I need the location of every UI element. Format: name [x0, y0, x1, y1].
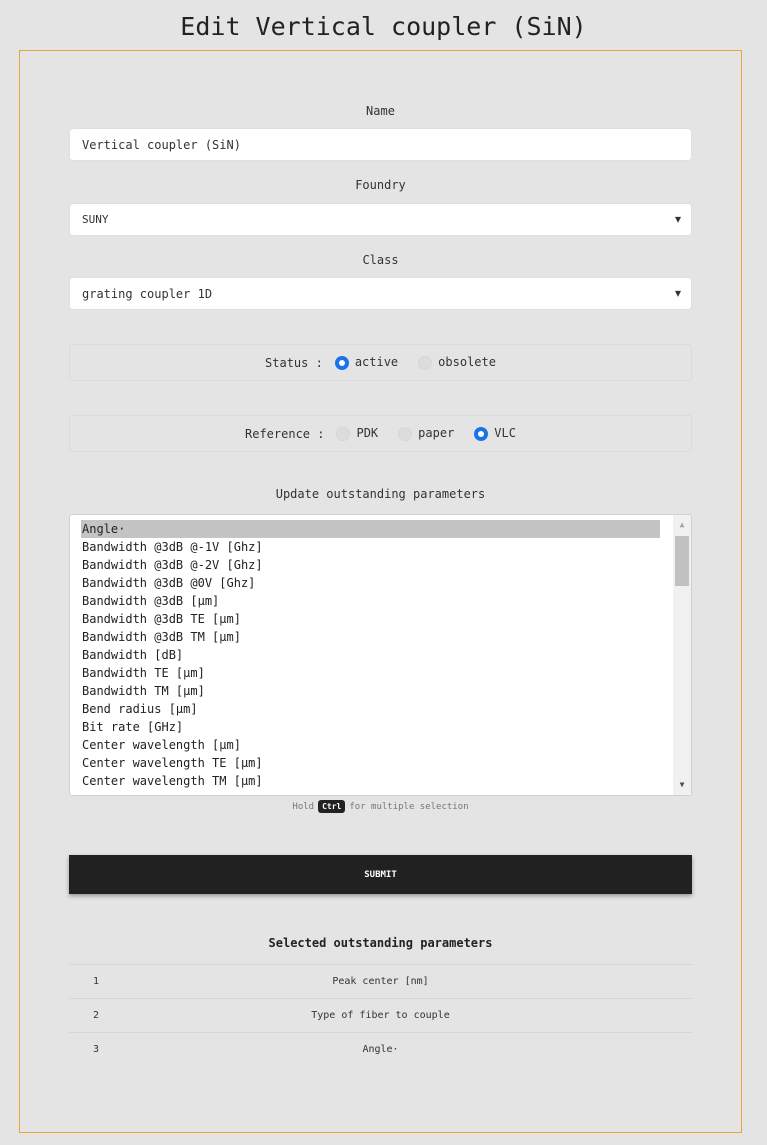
- dropdown-caret-icon: ▼: [674, 288, 681, 299]
- reference-option-label: paper: [418, 426, 455, 441]
- dropdown-caret-icon: ▼: [674, 214, 681, 225]
- ctrl-key-badge: Ctrl: [318, 800, 346, 813]
- status-option-active[interactable]: active: [329, 355, 398, 370]
- foundry-select[interactable]: SUNY ▼: [69, 203, 692, 236]
- reference-option-paper[interactable]: paper: [392, 426, 454, 441]
- parameter-option[interactable]: Bend radius [µm]: [70, 700, 676, 718]
- status-option-label: active: [354, 355, 399, 370]
- parameters-multiselect[interactable]: Angle· Bandwidth @3dB @-1V [Ghz] Bandwidth…: [69, 514, 692, 796]
- scroll-down-arrow-icon[interactable]: ▼: [673, 777, 691, 793]
- row-number: 2: [93, 1010, 100, 1021]
- parameter-option[interactable]: Bandwidth @3dB TM [µm]: [70, 628, 676, 646]
- row-number: 3: [93, 1044, 100, 1055]
- name-input-value: Vertical coupler (SiN): [82, 137, 241, 152]
- reference-option-label: VLC: [494, 426, 516, 441]
- status-group: Status : active obsolete: [69, 344, 692, 381]
- parameter-option[interactable]: Bandwidth TM [µm]: [70, 682, 676, 700]
- name-label: Name: [366, 104, 395, 118]
- parameter-option[interactable]: Center wavelength TM [µm]: [70, 772, 676, 790]
- parameter-option[interactable]: Bandwidth @3dB [µm]: [70, 592, 676, 610]
- radio-unchecked-icon[interactable]: [398, 426, 413, 441]
- class-label: Class: [362, 253, 399, 267]
- reference-option-pdk[interactable]: PDK: [330, 426, 378, 441]
- row-parameter-name: Angle·: [362, 1044, 399, 1055]
- parameter-option[interactable]: Bandwidth @3dB TE [µm]: [70, 610, 676, 628]
- parameter-option[interactable]: Bandwidth @3dB @0V [Ghz]: [70, 574, 676, 592]
- submit-button[interactable]: SUBMIT: [69, 855, 692, 894]
- reference-label: Reference :: [245, 426, 325, 441]
- row-parameter-name: Type of fiber to couple: [311, 1010, 450, 1021]
- radio-unchecked-icon[interactable]: [336, 426, 351, 441]
- scroll-up-arrow-icon[interactable]: ▲: [673, 517, 691, 533]
- selected-parameters-title: Selected outstanding parameters: [268, 936, 493, 950]
- parameter-option[interactable]: Center wavelength TE [µm]: [70, 754, 676, 772]
- radio-checked-icon[interactable]: [334, 355, 349, 370]
- parameters-list: Angle· Bandwidth @3dB @-1V [Ghz] Bandwidth…: [70, 520, 676, 790]
- status-option-label: obsolete: [438, 355, 496, 370]
- radio-checked-icon[interactable]: [474, 426, 489, 441]
- reference-option-vlc[interactable]: VLC: [468, 426, 516, 441]
- scrollbar-thumb[interactable]: [675, 536, 689, 586]
- hint-text: for multiple selection: [349, 802, 469, 812]
- foundry-label: Foundry: [355, 178, 406, 192]
- table-row: Angle· 3: [69, 1032, 692, 1066]
- parameter-option[interactable]: Center wavelength [µm]: [70, 736, 676, 754]
- status-label: Status :: [265, 355, 323, 370]
- page-title: Edit Vertical coupler (SiN): [180, 12, 587, 41]
- foundry-select-value: SUNY: [82, 213, 109, 226]
- parameters-label: Update outstanding parameters: [275, 487, 486, 501]
- row-number: 1: [93, 976, 100, 987]
- class-select-value: grating coupler 1D: [82, 286, 213, 301]
- parameter-option[interactable]: Angle·: [81, 520, 660, 538]
- parameter-option[interactable]: Bandwidth @3dB @-2V [Ghz]: [70, 556, 676, 574]
- reference-group: Reference : PDK paper VLC: [69, 415, 692, 452]
- parameter-option[interactable]: Bandwidth TE [µm]: [70, 664, 676, 682]
- reference-option-label: PDK: [356, 426, 379, 441]
- selected-parameters-table: Peak center [nm] 1 Type of fiber to couple…: [69, 964, 692, 1066]
- parameter-option[interactable]: Bandwidth @3dB @-1V [Ghz]: [70, 538, 676, 556]
- edit-form-card: Name Vertical coupler (SiN) Foundry SUNY…: [19, 50, 742, 1133]
- class-select[interactable]: grating coupler 1D ▼: [69, 277, 692, 310]
- name-input[interactable]: Vertical coupler (SiN): [69, 128, 692, 161]
- row-parameter-name: Peak center [nm]: [332, 976, 429, 987]
- table-row: Type of fiber to couple 2: [69, 998, 692, 1032]
- hint-text: Hold: [292, 802, 315, 812]
- status-option-obsolete[interactable]: obsolete: [412, 355, 496, 370]
- parameter-option[interactable]: Bit rate [GHz]: [70, 718, 676, 736]
- parameter-option[interactable]: Bandwidth [dB]: [70, 646, 676, 664]
- radio-unchecked-icon[interactable]: [418, 355, 433, 370]
- table-row: Peak center [nm] 1: [69, 964, 692, 998]
- scrollbar[interactable]: ▲ ▼: [673, 515, 691, 795]
- multi-select-hint: Hold Ctrl for multiple selection: [69, 800, 692, 813]
